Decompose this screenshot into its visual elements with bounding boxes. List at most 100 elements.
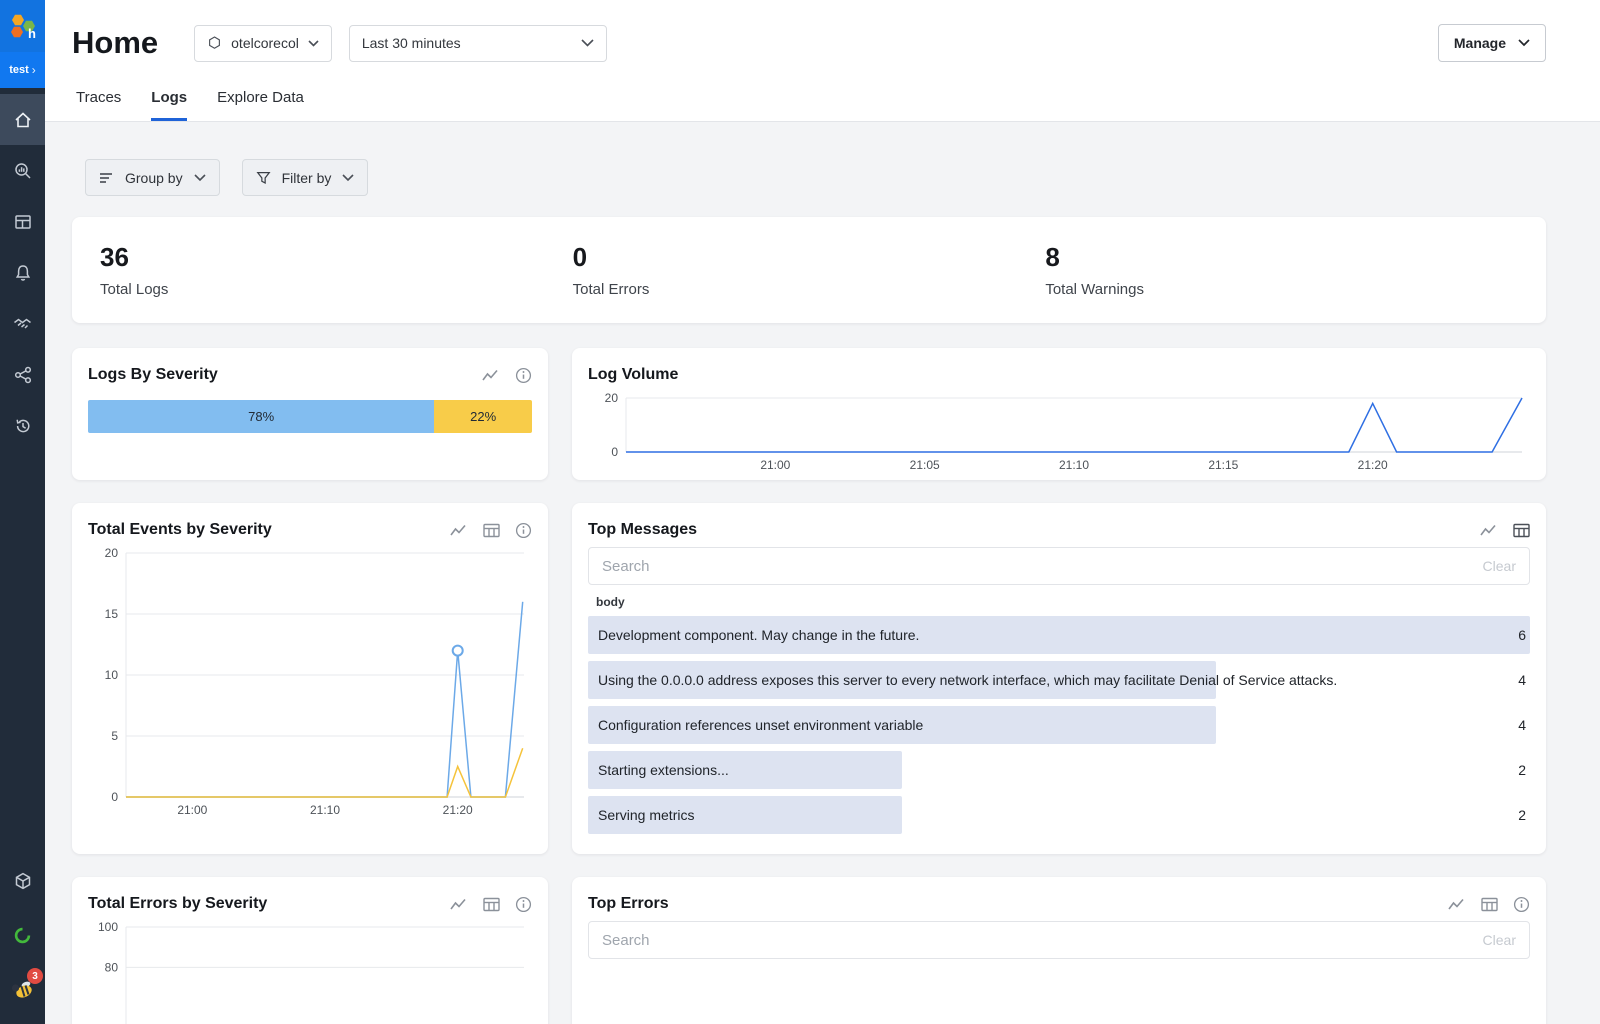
- table-icon[interactable]: [1481, 897, 1498, 912]
- info-icon[interactable]: [515, 522, 532, 539]
- card-total-errors-by-severity: Total Errors by Severity 80100: [72, 877, 548, 1024]
- info-icon[interactable]: [515, 896, 532, 913]
- svg-text:21:20: 21:20: [1358, 458, 1388, 472]
- chevron-down-icon: [1518, 39, 1530, 47]
- sidebar-item-status[interactable]: [0, 908, 45, 962]
- table-icon[interactable]: [483, 523, 500, 538]
- info-icon[interactable]: [1513, 896, 1530, 913]
- app: h test ›: [0, 0, 1600, 1024]
- stat-value: 8: [1045, 242, 1518, 272]
- dataset-selector[interactable]: otelcorecol: [194, 25, 332, 62]
- svg-text:21:15: 21:15: [1208, 458, 1238, 472]
- total-errors-chart: 80 100: [88, 921, 532, 1024]
- svg-text:21:10: 21:10: [1059, 458, 1089, 472]
- svg-text:100: 100: [98, 921, 118, 934]
- line-chart-icon[interactable]: [1448, 897, 1466, 911]
- message-count: 6: [1518, 627, 1530, 643]
- severity-segment: 22%: [434, 400, 532, 433]
- message-row[interactable]: Using the 0.0.0.0 address exposes this s…: [588, 661, 1530, 699]
- sidebar-item-package[interactable]: [0, 854, 45, 908]
- search-input[interactable]: [602, 932, 1483, 949]
- tab-bar: Traces Logs Explore Data: [45, 62, 1600, 122]
- svg-text:10: 10: [105, 668, 119, 682]
- honeycomb-logo-icon: h: [8, 11, 38, 41]
- sidebar-item-service-map[interactable]: [0, 349, 45, 400]
- svg-text:21:00: 21:00: [760, 458, 790, 472]
- search-input[interactable]: [602, 558, 1483, 575]
- severity-segment: 78%: [88, 400, 434, 433]
- info-icon[interactable]: [515, 367, 532, 384]
- environment-switcher[interactable]: test ›: [0, 52, 45, 88]
- chevron-down-icon: [308, 40, 319, 47]
- sidebar-item-query[interactable]: [0, 145, 45, 196]
- filter-by-button[interactable]: Filter by: [242, 159, 369, 196]
- sidebar-nav: [0, 88, 45, 451]
- card-title: Log Volume: [588, 366, 1530, 384]
- svg-text:20: 20: [605, 392, 619, 405]
- message-count: 2: [1518, 807, 1530, 823]
- summary-stats: 36 Total Logs 0 Total Errors 8 Total War…: [72, 217, 1546, 323]
- query-icon: [13, 161, 33, 181]
- card-title: Top Errors: [588, 895, 1448, 913]
- svg-text:h: h: [28, 26, 36, 41]
- card-title: Logs By Severity: [88, 366, 482, 384]
- honeycomb-logo[interactable]: h: [0, 0, 45, 52]
- manage-label: Manage: [1454, 35, 1506, 51]
- clear-button[interactable]: Clear: [1483, 558, 1516, 574]
- content-area: Group by Filter by 36: [45, 122, 1600, 1024]
- bell-icon: [13, 263, 33, 283]
- top-messages-rows: Development component. May change in the…: [588, 616, 1530, 834]
- tab-logs[interactable]: Logs: [151, 89, 187, 121]
- line-chart-icon[interactable]: [482, 368, 500, 382]
- hexagon-icon: [207, 35, 222, 51]
- message-row[interactable]: Configuration references unset environme…: [588, 706, 1530, 744]
- severity-stacked-bar: 78%22%: [88, 400, 532, 433]
- stat-value: 0: [573, 242, 1046, 272]
- message-text: Serving metrics: [588, 807, 694, 823]
- time-range-selector[interactable]: Last 30 minutes: [349, 25, 607, 62]
- group-by-label: Group by: [125, 170, 183, 186]
- status-ring-icon: [13, 926, 32, 945]
- total-events-chart: 0510152021:0021:1021:20: [88, 547, 532, 819]
- column-header-body: body: [588, 585, 1530, 616]
- message-row[interactable]: Development component. May change in the…: [588, 616, 1530, 654]
- sidebar-item-assistant[interactable]: 3: [0, 962, 45, 1016]
- chevron-down-icon: [342, 174, 354, 182]
- svg-text:21:20: 21:20: [443, 803, 473, 817]
- log-volume-chart: 02021:0021:0521:1021:1521:20: [588, 392, 1530, 474]
- page-header: Home otelcorecol Last 30 minutes: [45, 0, 1600, 122]
- message-text: Configuration references unset environme…: [588, 717, 923, 733]
- sidebar-item-slos[interactable]: [0, 298, 45, 349]
- environment-label: test: [9, 64, 29, 76]
- card-logs-by-severity: Logs By Severity 78%22%: [72, 348, 548, 480]
- sidebar-item-history[interactable]: [0, 400, 45, 451]
- line-chart-icon[interactable]: [1480, 523, 1498, 537]
- manage-button[interactable]: Manage: [1438, 24, 1546, 62]
- sidebar-item-alerts[interactable]: [0, 247, 45, 298]
- message-row[interactable]: Starting extensions...2: [588, 751, 1530, 789]
- clear-button[interactable]: Clear: [1483, 932, 1516, 948]
- stat-total-warnings: 8 Total Warnings: [1045, 242, 1518, 298]
- chevron-right-icon: ›: [32, 63, 36, 77]
- group-by-button[interactable]: Group by: [85, 159, 220, 196]
- time-range-label: Last 30 minutes: [362, 35, 461, 51]
- package-icon: [13, 871, 33, 891]
- line-chart-icon[interactable]: [450, 523, 468, 537]
- svg-text:21:10: 21:10: [310, 803, 340, 817]
- tab-explore-data[interactable]: Explore Data: [217, 89, 304, 121]
- stat-label: Total Logs: [100, 281, 573, 298]
- message-row[interactable]: Serving metrics 2: [588, 796, 1530, 834]
- chevron-down-icon: [194, 174, 206, 182]
- message-text: Starting extensions...: [588, 762, 729, 778]
- sidebar-item-home[interactable]: [0, 94, 45, 145]
- table-icon[interactable]: [1513, 523, 1530, 538]
- svg-text:0: 0: [611, 445, 618, 459]
- tab-traces[interactable]: Traces: [76, 89, 121, 121]
- card-title: Top Messages: [588, 521, 1480, 539]
- line-chart-icon[interactable]: [450, 897, 468, 911]
- card-total-events-by-severity: Total Events by Severity 0510152021:0021…: [72, 503, 548, 854]
- sidebar-item-boards[interactable]: [0, 196, 45, 247]
- message-count: 4: [1518, 717, 1530, 733]
- svg-text:80: 80: [105, 960, 119, 974]
- table-icon[interactable]: [483, 897, 500, 912]
